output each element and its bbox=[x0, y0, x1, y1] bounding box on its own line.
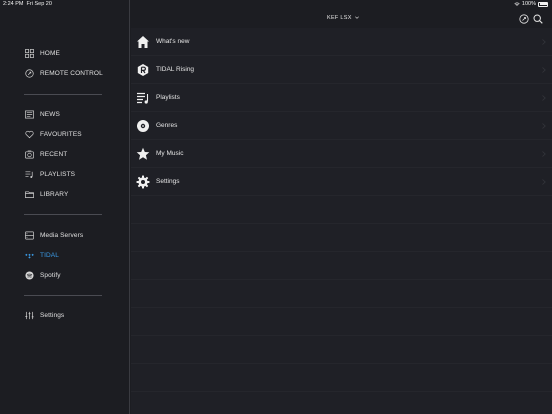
empty-row bbox=[131, 196, 552, 224]
grid-icon bbox=[25, 48, 34, 58]
sidebar-item-settings[interactable]: Settings bbox=[25, 309, 64, 321]
sidebar-item-news[interactable]: NEWS bbox=[25, 108, 60, 120]
sidebar-item-home[interactable]: HOME bbox=[25, 47, 60, 59]
sidebar-item-media-servers[interactable]: Media Servers bbox=[25, 229, 83, 241]
list-item-label: TIDAL Rising bbox=[156, 66, 195, 73]
spotify-icon bbox=[25, 270, 34, 280]
empty-row bbox=[131, 308, 552, 336]
status-time: 2:24 PM Fri Sep 20 bbox=[3, 1, 52, 7]
list-item-label: Genres bbox=[156, 122, 178, 129]
sidebar-item-spotify[interactable]: Spotify bbox=[25, 269, 61, 281]
chevron-right-icon bbox=[542, 67, 546, 73]
heart-icon bbox=[25, 130, 34, 138]
star-icon bbox=[136, 147, 150, 160]
status-time-text: 2:24 PM bbox=[3, 1, 24, 7]
vinyl-icon bbox=[137, 120, 149, 132]
sidebar-item-label: HOME bbox=[40, 49, 60, 57]
empty-row bbox=[131, 252, 552, 280]
sidebar-divider bbox=[24, 214, 102, 215]
battery-percent: 100% bbox=[521, 1, 536, 7]
sidebar-item-tidal[interactable]: TIDAL bbox=[25, 249, 59, 261]
list-item-whats-new[interactable]: What's new bbox=[131, 28, 552, 56]
home-icon bbox=[137, 36, 149, 48]
recent-icon bbox=[25, 150, 34, 158]
gear-icon bbox=[136, 175, 150, 189]
server-icon bbox=[25, 231, 34, 239]
sliders-icon bbox=[25, 311, 34, 319]
chevron-down-icon bbox=[354, 16, 359, 19]
chevron-right-icon bbox=[542, 151, 546, 157]
status-bar: 2:24 PM Fri Sep 20 100% bbox=[0, 0, 552, 9]
device-selector[interactable]: KEF LSX bbox=[327, 15, 359, 21]
sidebar-item-remote-control[interactable]: REMOTE CONTROL bbox=[25, 67, 103, 79]
search-icon[interactable] bbox=[533, 14, 543, 24]
list-item-label: My Music bbox=[156, 150, 184, 157]
list-item-label: Settings bbox=[156, 178, 180, 185]
sidebar-item-recent[interactable]: RECENT bbox=[25, 148, 67, 160]
wifi-icon bbox=[514, 2, 520, 6]
status-date-text: Fri Sep 20 bbox=[26, 1, 52, 7]
battery-icon bbox=[538, 1, 548, 7]
sidebar-divider bbox=[24, 295, 102, 296]
list-item-tidal-rising[interactable]: TIDAL Rising bbox=[131, 56, 552, 84]
folder-icon bbox=[25, 190, 34, 198]
playlist-icon bbox=[137, 92, 149, 104]
list-item-genres[interactable]: Genres bbox=[131, 112, 552, 140]
sidebar-item-label: NEWS bbox=[40, 110, 60, 118]
list-item-settings[interactable]: Settings bbox=[131, 168, 552, 196]
sidebar-item-label: PLAYLISTS bbox=[40, 170, 76, 178]
news-icon bbox=[25, 110, 34, 118]
sidebar-item-label: FAVOURITES bbox=[40, 130, 82, 138]
sidebar-item-playlists[interactable]: PLAYLISTS bbox=[25, 168, 75, 180]
sidebar-item-label: REMOTE CONTROL bbox=[40, 69, 103, 77]
empty-row bbox=[131, 364, 552, 392]
sidebar: HOME REMOTE CONTROL NEWS FAVOURITES RECE… bbox=[0, 0, 130, 414]
main-content: What's new TIDAL Rising Playlists Genres… bbox=[131, 28, 552, 414]
empty-row bbox=[131, 336, 552, 364]
chevron-right-icon bbox=[542, 95, 546, 101]
sidebar-item-label: TIDAL bbox=[40, 251, 59, 259]
sidebar-item-favourites[interactable]: FAVOURITES bbox=[25, 128, 82, 140]
empty-row bbox=[131, 224, 552, 252]
chevron-right-icon bbox=[542, 39, 546, 45]
device-name: KEF LSX bbox=[327, 15, 352, 21]
empty-row bbox=[131, 280, 552, 308]
sidebar-item-label: RECENT bbox=[40, 150, 68, 158]
playlist-icon bbox=[25, 170, 33, 178]
chevron-right-icon bbox=[542, 179, 546, 185]
list-item-playlists[interactable]: Playlists bbox=[131, 84, 552, 112]
sidebar-item-label: LIBRARY bbox=[40, 190, 69, 198]
list-item-my-music[interactable]: My Music bbox=[131, 140, 552, 168]
list-item-label: What's new bbox=[156, 38, 190, 45]
sidebar-divider bbox=[24, 94, 102, 95]
top-bar: KEF LSX bbox=[131, 9, 552, 28]
rising-icon bbox=[137, 64, 149, 76]
list-item-label: Playlists bbox=[156, 94, 180, 101]
tidal-icon bbox=[25, 253, 34, 259]
status-right: 100% bbox=[514, 1, 548, 7]
sidebar-item-label: Media Servers bbox=[40, 231, 84, 239]
battery-fill bbox=[539, 3, 547, 5]
remote-control-icon bbox=[25, 68, 34, 78]
chevron-right-icon bbox=[542, 123, 546, 129]
sidebar-item-label: Settings bbox=[40, 311, 65, 319]
sidebar-item-library[interactable]: LIBRARY bbox=[25, 188, 68, 200]
sidebar-item-label: Spotify bbox=[40, 271, 61, 279]
remote-control-icon[interactable] bbox=[519, 14, 529, 24]
